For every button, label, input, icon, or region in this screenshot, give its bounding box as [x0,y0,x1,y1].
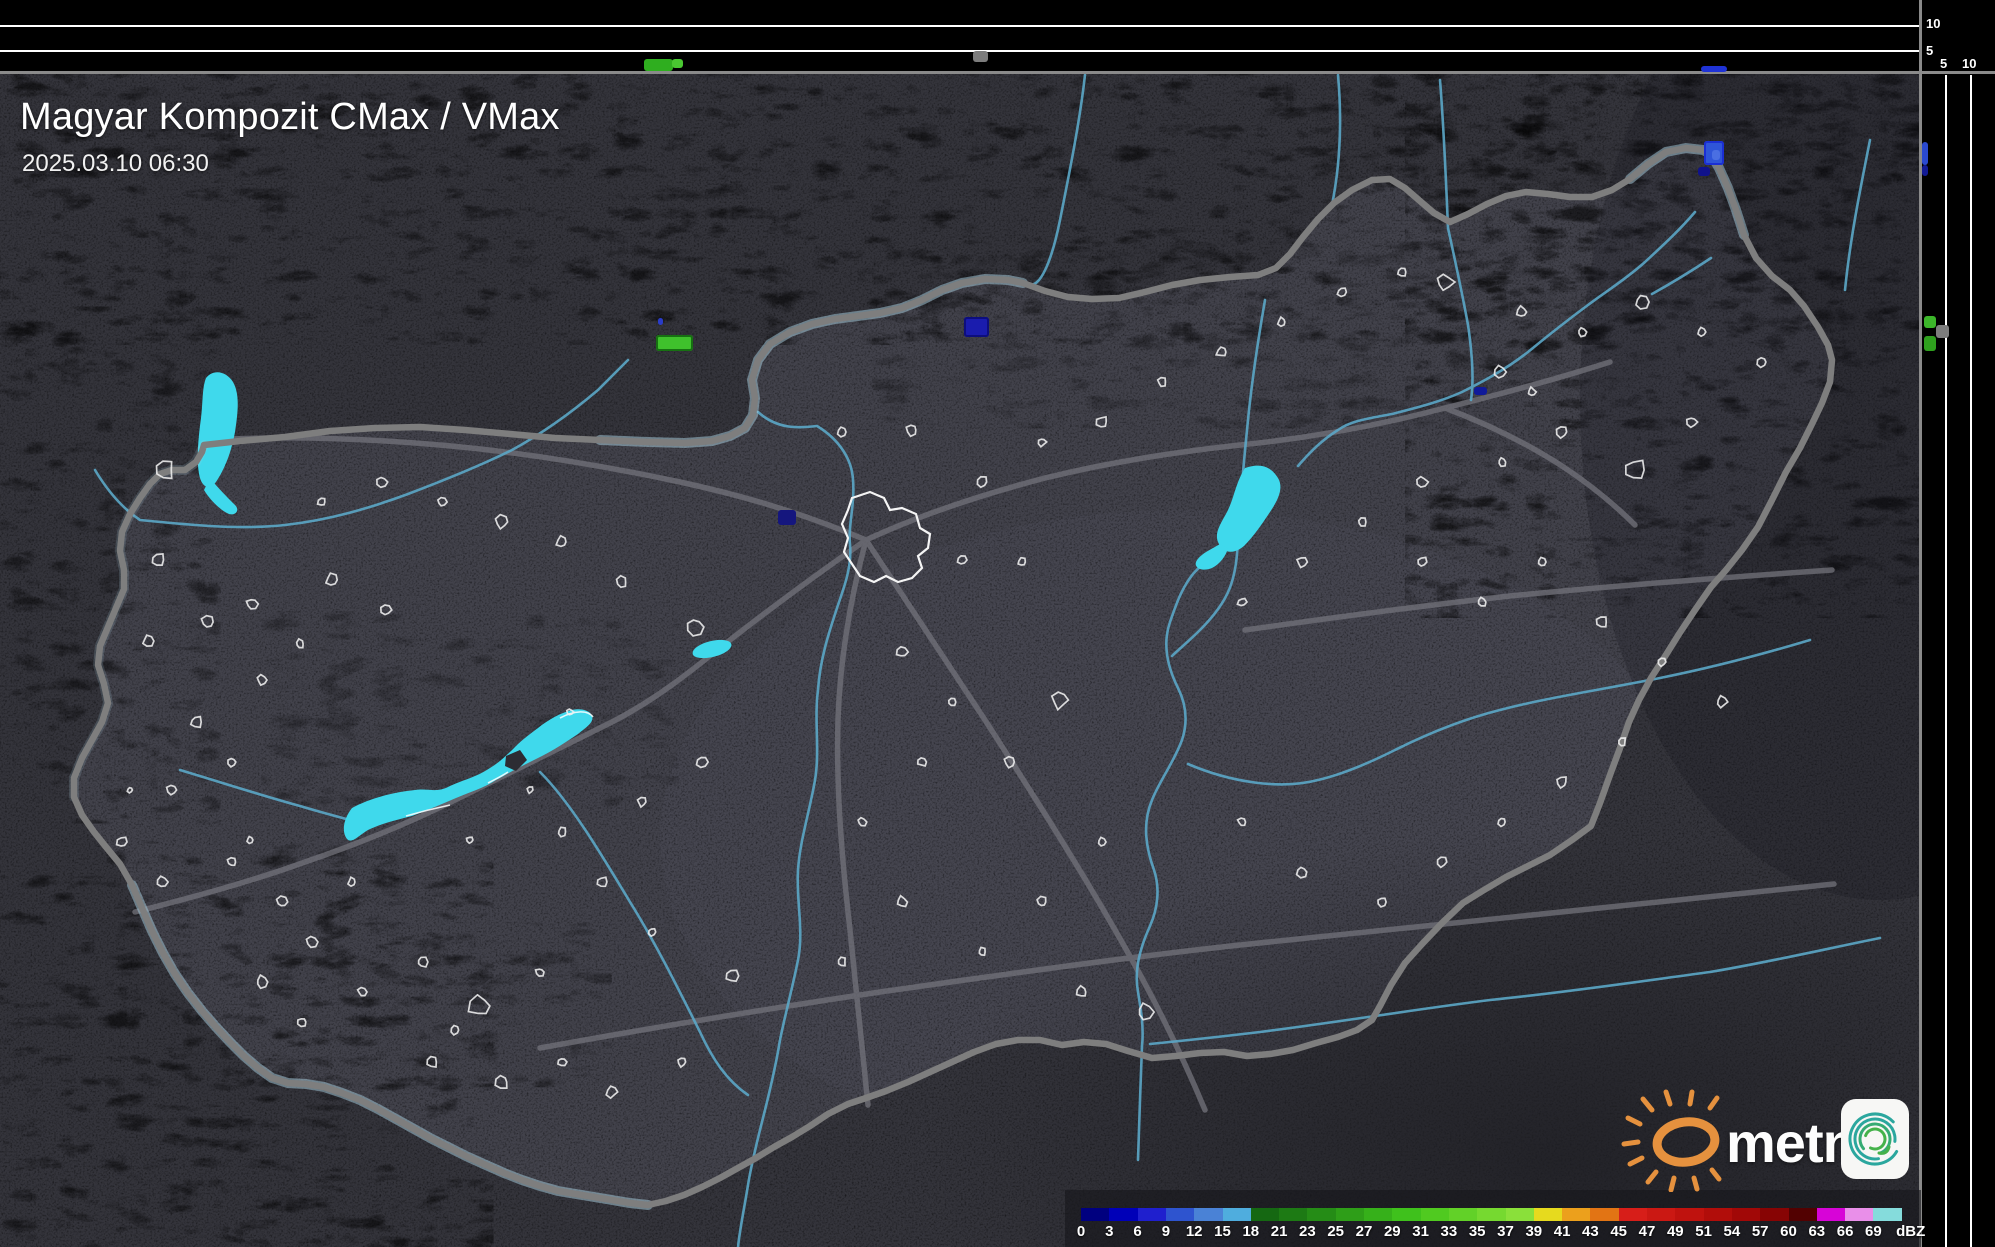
top-axis-tick-10: 10 [1926,16,1941,31]
time-scrubber-handle[interactable] [973,51,988,62]
legend-swatch [1165,1208,1195,1221]
legend-swatch [1816,1208,1846,1221]
legend-swatch [1760,1208,1790,1221]
right-profile-strip[interactable] [1921,0,1995,1247]
legend-swatch [1590,1208,1620,1221]
legend-swatch [1307,1208,1337,1221]
legend-swatch [1703,1208,1733,1221]
legend-swatch [1222,1208,1252,1221]
legend-swatch [1731,1208,1761,1221]
legend-swatch [1618,1208,1648,1221]
profile-map-divider-vertical [1919,0,1922,1247]
terrain-layer [0,0,1995,1247]
right-axis-tick-5: 5 [1940,56,1948,71]
legend-swatch [1081,1208,1110,1221]
timestamp: 2025.03.10 06:30 [22,150,209,177]
top-profile-strip[interactable] [0,0,1921,72]
right-profile-gridline-10 [1970,75,1972,1247]
legend-swatch [1137,1208,1167,1221]
right-axis-tick-10: 10 [1962,56,1977,71]
dbz-legend: 0 3 6 9 12 15 18 21 23 25 27 29 31 33 35 37 39 41 43 45 47 49… [1065,1190,1925,1247]
top-profile-gridline-10 [0,25,1921,27]
legend-swatch [1335,1208,1365,1221]
radar-viewer: 10 5 5 10 Magyar Kompozit CMax / VMax 20… [0,0,1995,1247]
legend-tick-label: 69 [1865,1223,1882,1240]
legend-swatch [1873,1208,1903,1221]
map-canvas[interactable] [0,0,1995,1247]
metnet-app-icon [1841,1099,1909,1179]
legend-swatch [1448,1208,1478,1221]
page-title: Magyar Kompozit CMax / VMax [20,96,560,138]
legend-swatch [1562,1208,1591,1221]
legend-swatch [1109,1208,1139,1221]
legend-swatch [1788,1208,1818,1221]
right-profile-gridline-5 [1945,75,1947,1247]
hungary-radar-map [0,0,1995,1247]
legend-swatch [1477,1208,1507,1221]
legend-swatch [1364,1208,1393,1221]
legend-swatch [1647,1208,1676,1221]
legend-swatch [1533,1208,1563,1221]
legend-swatch [1505,1208,1535,1221]
legend-swatches: 0 3 6 9 12 15 18 21 23 25 27 29 31 33 35 37 39 41 43 45 47 49… [1065,1190,1925,1247]
legend-swatch [1675,1208,1705,1221]
legend-unit-label: dBZ [1896,1223,1926,1240]
legend-swatch [1194,1208,1224,1221]
top-profile-gridline-5 [0,50,1921,52]
legend-swatch [1392,1208,1422,1221]
legend-swatch [1845,1208,1874,1221]
legend-swatch [1279,1208,1308,1221]
profile-map-divider-horizontal [0,71,1995,74]
top-axis-tick-5: 5 [1926,43,1934,58]
legend-swatch [1420,1208,1450,1221]
legend-swatch [1250,1208,1280,1221]
metnet-logo: metnet [1620,1088,1920,1193]
